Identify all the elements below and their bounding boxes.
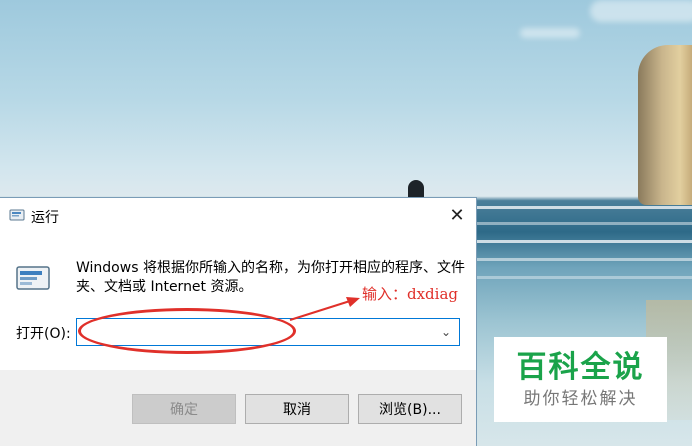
cancel-button[interactable]: 取消 (245, 394, 349, 424)
cliff-rock (638, 45, 692, 205)
open-label: 打开(O): (16, 326, 71, 342)
annotation-ellipse (78, 308, 296, 354)
chevron-down-icon[interactable]: ⌄ (439, 323, 453, 341)
browse-button[interactable]: 浏览(B)... (358, 394, 462, 424)
run-icon (16, 266, 50, 290)
annotation-text: 输入：dxdiag (362, 285, 459, 303)
close-icon: ✕ (449, 205, 465, 226)
dialog-title: 运行 (31, 210, 59, 226)
ok-button[interactable]: 确定 (132, 394, 236, 424)
watermark-subtitle: 助你轻松解决 (523, 388, 638, 409)
title-bar: 运行 ✕ (0, 198, 476, 232)
watermark-title: 百科全说 (516, 349, 645, 385)
run-icon (9, 209, 25, 221)
close-button[interactable]: ✕ (440, 202, 474, 230)
watermark: 百科全说 助你轻松解决 (494, 337, 667, 422)
